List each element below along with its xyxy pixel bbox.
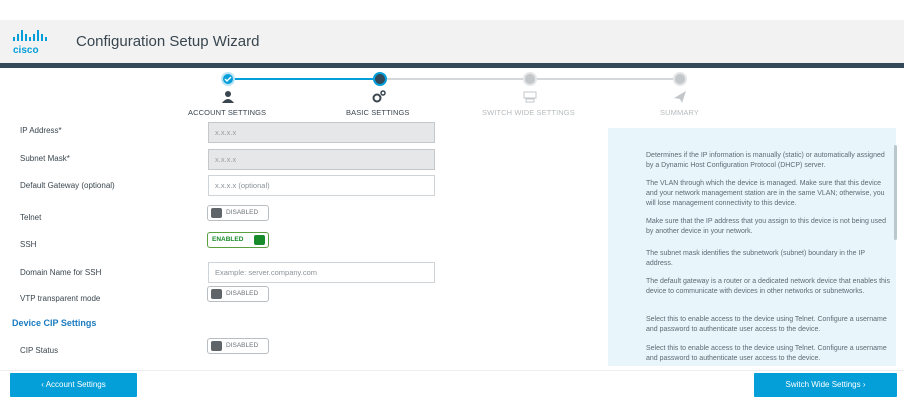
step-3-label: SWITCH WIDE SETTINGS bbox=[482, 108, 575, 117]
check-icon bbox=[224, 76, 232, 82]
toggle-knob bbox=[211, 341, 222, 351]
step-1-check[interactable] bbox=[221, 72, 235, 86]
help-text: The VLAN through which the device is man… bbox=[646, 180, 885, 207]
logo-text: cisco bbox=[13, 45, 39, 56]
default-gateway-input[interactable]: x.x.x.x (optional) bbox=[208, 175, 435, 196]
back-button[interactable]: ‹ Account Settings bbox=[10, 373, 137, 397]
switch-icon bbox=[523, 91, 537, 103]
app-header: cisco Configuration Setup Wizard bbox=[0, 20, 904, 63]
user-icon bbox=[222, 91, 234, 103]
step-2-current[interactable] bbox=[373, 72, 387, 86]
ssh-toggle[interactable]: ENABLED bbox=[207, 232, 269, 248]
next-button[interactable]: Switch Wide Settings › bbox=[754, 373, 897, 397]
cip-status-toggle[interactable]: DISABLED bbox=[207, 338, 269, 354]
wizard-page: cisco Configuration Setup Wizard ACCOUNT… bbox=[0, 0, 904, 420]
domain-name-input[interactable]: Example: server.company.com bbox=[208, 262, 435, 283]
ssh-state: ENABLED bbox=[212, 236, 244, 243]
cip-status-state: DISABLED bbox=[226, 342, 259, 349]
toggle-knob bbox=[211, 289, 222, 299]
help-text: Determines if the IP information is manu… bbox=[646, 152, 885, 169]
footer-divider bbox=[0, 370, 904, 371]
cisco-logo: cisco bbox=[13, 30, 47, 56]
ip-address-input[interactable]: x.x.x.x bbox=[208, 122, 435, 143]
page-title: Configuration Setup Wizard bbox=[76, 33, 260, 50]
help-text: Make sure that the IP address that you a… bbox=[646, 218, 886, 235]
step-4-label: SUMMARY bbox=[660, 108, 699, 117]
help-text: Select this to enable access to the devi… bbox=[646, 316, 887, 333]
cip-status-label: CIP Status bbox=[20, 346, 59, 355]
step-4-pending bbox=[673, 72, 687, 86]
header-divider bbox=[0, 63, 904, 68]
help-text: Select this to enable access to the devi… bbox=[646, 345, 887, 362]
step-connector-3 bbox=[530, 78, 680, 80]
vtp-mode-label: VTP transparent mode bbox=[20, 294, 101, 303]
vtp-mode-state: DISABLED bbox=[226, 290, 259, 297]
toggle-knob bbox=[211, 208, 222, 218]
subnet-mask-input[interactable]: x.x.x.x bbox=[208, 149, 435, 170]
help-scrollbar[interactable] bbox=[894, 145, 897, 240]
telnet-toggle[interactable]: DISABLED bbox=[207, 205, 269, 221]
step-connector-2 bbox=[380, 78, 530, 80]
telnet-label: Telnet bbox=[20, 213, 42, 222]
vtp-mode-toggle[interactable]: DISABLED bbox=[207, 286, 269, 302]
step-2-label[interactable]: BASIC SETTINGS bbox=[346, 108, 410, 117]
step-connector-1 bbox=[228, 78, 380, 80]
help-panel: Determines if the IP information is manu… bbox=[608, 128, 896, 366]
step-3-pending bbox=[523, 72, 537, 86]
toggle-knob bbox=[254, 235, 265, 245]
cip-section-title: Device CIP Settings bbox=[12, 318, 97, 328]
subnet-mask-label: Subnet Mask* bbox=[20, 154, 70, 163]
step-1-label[interactable]: ACCOUNT SETTINGS bbox=[188, 108, 266, 117]
domain-name-label: Domain Name for SSH bbox=[20, 268, 102, 277]
ssh-label: SSH bbox=[20, 240, 37, 249]
help-text: The subnet mask identifies the subnetwor… bbox=[646, 250, 865, 267]
gears-icon bbox=[372, 90, 386, 103]
send-icon bbox=[674, 91, 686, 103]
ip-address-label: IP Address* bbox=[20, 126, 62, 135]
help-text: The default gateway is a router or a ded… bbox=[646, 278, 890, 295]
default-gateway-label: Default Gateway (optional) bbox=[20, 181, 115, 190]
telnet-state: DISABLED bbox=[226, 209, 259, 216]
